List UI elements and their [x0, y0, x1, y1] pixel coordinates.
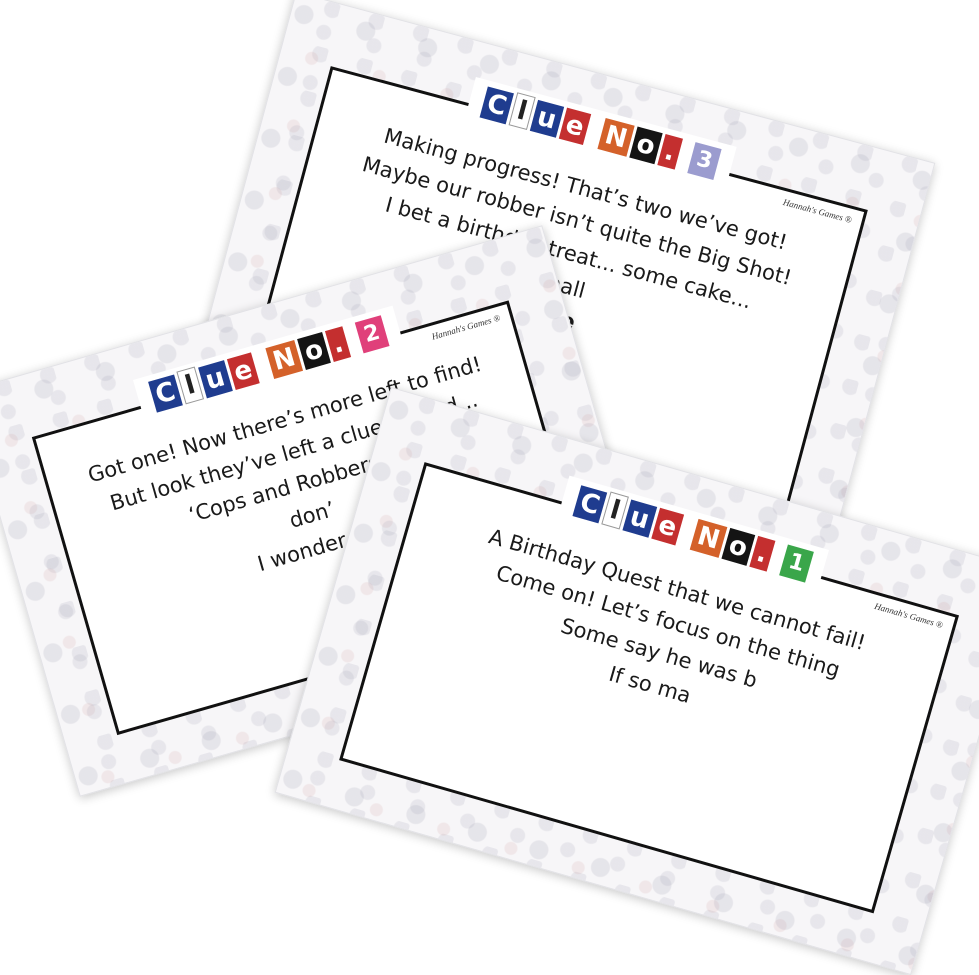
clue-number-tile: 2 — [354, 315, 390, 354]
clue-letter-tile: e — [226, 352, 260, 391]
clue-card-frame: C l u e N o . 1 Hannah's Games ® A Birth… — [339, 462, 960, 914]
clue-letter-tile: u — [529, 99, 564, 138]
brand-label: Hannah's Games ® — [430, 312, 502, 342]
clue-letter-tile: C — [479, 86, 515, 125]
clue-letter-tile: o — [629, 126, 663, 165]
clue-number-tile: 3 — [686, 142, 722, 180]
clue-letter-tile: . — [657, 134, 683, 170]
clue-letter-tile: u — [198, 360, 233, 399]
clue-letter-tile: e — [650, 507, 685, 546]
clue-number-tile: 1 — [778, 544, 814, 583]
brand-label: Hannah's Games ® — [873, 600, 945, 631]
clue-letter-tile: N — [689, 518, 728, 558]
clue-letter-tile: N — [265, 340, 303, 379]
clue-letter-tile: C — [148, 374, 183, 413]
clue-letter-tile: e — [558, 107, 592, 146]
clue-letter-tile: N — [597, 118, 635, 157]
brand-label: Hannah's Games ® — [782, 197, 853, 225]
clue-card-1: C l u e N o . 1 Hannah's Games ® A Birth… — [274, 386, 979, 975]
